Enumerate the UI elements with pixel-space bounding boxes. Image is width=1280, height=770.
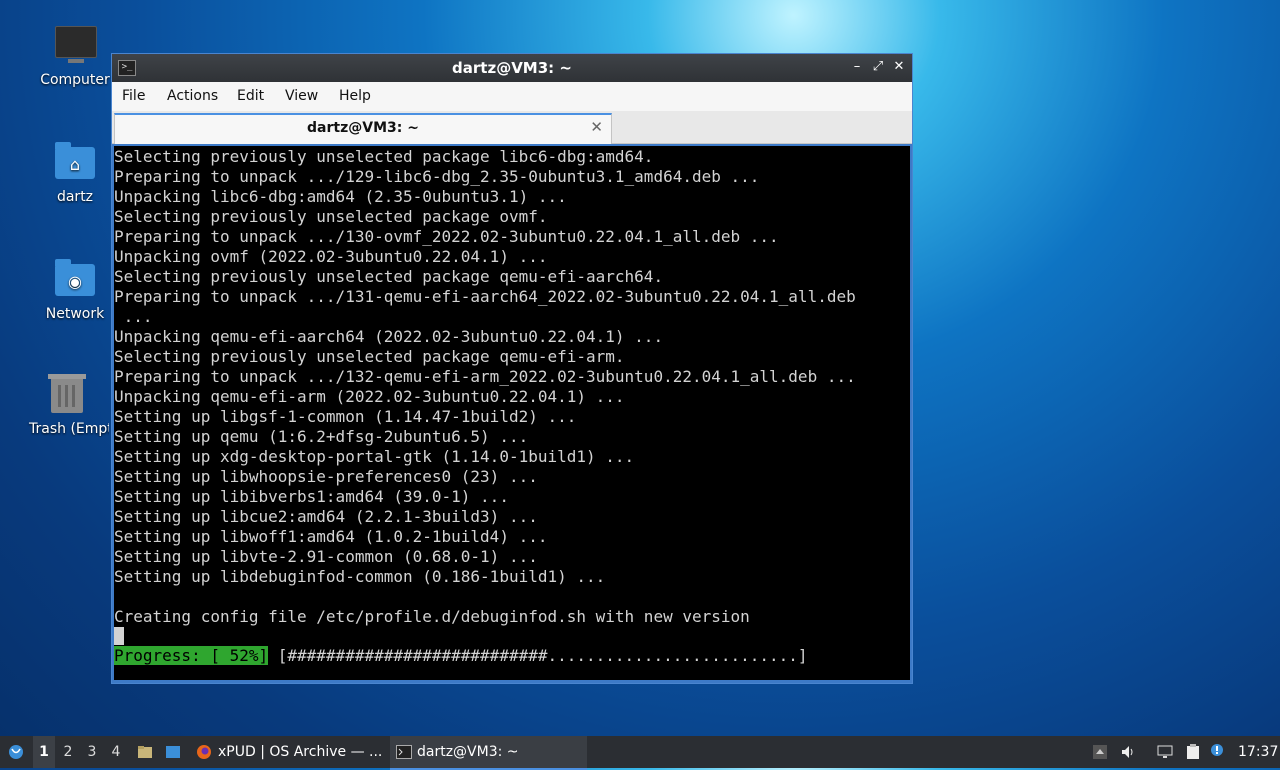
terminal-line: Setting up qemu (1:6.2+dfsg-2ubuntu6.5) … [114, 427, 529, 446]
chevron-up-icon [1093, 745, 1107, 759]
task-label: dartz@VM3: ~ [417, 744, 519, 760]
window-title: dartz@VM3: ~ [452, 59, 572, 77]
terminal-line: Unpacking qemu-efi-arm (2022.02-3ubuntu0… [114, 387, 625, 406]
network-folder-icon: ◉ [53, 258, 97, 302]
terminal-line: Preparing to unpack .../129-libc6-dbg_2.… [114, 167, 760, 186]
close-button[interactable]: ✕ [890, 58, 908, 76]
terminal-line: Preparing to unpack .../132-qemu-efi-arm… [114, 367, 856, 386]
volume-icon [1122, 746, 1133, 758]
show-desktop-button[interactable] [160, 736, 186, 768]
desktop-icon-network[interactable]: ◉ Network [25, 258, 125, 322]
desktop-icon-label: Trash (Empty) [29, 421, 109, 437]
terminal-output[interactable]: Progress: [ 52%] [######################… [114, 146, 910, 680]
task-firefox[interactable]: xPUD | OS Archive — ... [192, 736, 389, 770]
tray-scroll-up[interactable] [1090, 736, 1110, 768]
terminal-line: Setting up xdg-desktop-portal-gtk (1.14.… [114, 447, 635, 466]
maximize-button[interactable]: ⤢ [869, 58, 887, 76]
terminal-line: Setting up libgsf-1-common (1.14.47-1bui… [114, 407, 577, 426]
network-icon [1157, 745, 1173, 758]
menu-actions[interactable]: Actions [167, 88, 218, 104]
workspace-3[interactable]: 3 [81, 736, 103, 768]
network-status[interactable] [1153, 736, 1177, 768]
terminal-line: Selecting previously unselected package … [114, 347, 625, 366]
desktop-icon-label: Computer [40, 72, 110, 88]
firefox-icon [197, 745, 211, 759]
workspace-1[interactable]: 1 [33, 736, 55, 768]
menu-file[interactable]: File [122, 88, 145, 104]
terminal-line: Unpacking libc6-dbg:amd64 (2.35-0ubuntu3… [114, 187, 567, 206]
app-menu-icon [9, 745, 23, 759]
start-menu-button[interactable] [4, 736, 28, 768]
terminal-line: Setting up libvte-2.91-common (0.68.0-1)… [114, 547, 538, 566]
tab-close-icon[interactable]: ✕ [590, 118, 603, 136]
menu-edit[interactable]: Edit [237, 88, 264, 104]
file-manager-launcher[interactable] [134, 736, 156, 768]
clipboard-icon [1187, 744, 1199, 759]
menu-bar: File Actions Edit View Help [112, 82, 912, 111]
terminal-line: Preparing to unpack .../130-ovmf_2022.02… [114, 227, 779, 246]
terminal-icon [396, 745, 412, 759]
notification-icon [1211, 744, 1223, 756]
terminal-line: Unpacking ovmf (2022.02-3ubuntu0.22.04.1… [114, 247, 548, 266]
menu-help[interactable]: Help [339, 88, 371, 104]
minimize-button[interactable]: – [848, 58, 866, 76]
terminal-line: Setting up libwhoopsie-preferences0 (23)… [114, 467, 538, 486]
clock[interactable]: 17:37 [1238, 736, 1278, 768]
desktop-icon-label: dartz [56, 189, 94, 205]
progress-label: Progress: [ 52%] [114, 646, 269, 665]
terminal-line: Setting up libwoff1:amd64 (1.0.2-1build4… [114, 527, 548, 546]
terminal-line: ... [114, 307, 153, 326]
workspace-2[interactable]: 2 [57, 736, 79, 768]
home-folder-icon: ⌂ [53, 141, 97, 185]
workspace-4[interactable]: 4 [105, 736, 127, 768]
taskbar: 1 2 3 4 xPUD | OS Archive — ... dartz@VM… [0, 736, 1280, 770]
window-titlebar[interactable]: >_ dartz@VM3: ~ – ⤢ ✕ [112, 54, 912, 82]
notification-button[interactable] [1207, 736, 1229, 768]
text-cursor [114, 627, 124, 645]
task-label: xPUD | OS Archive — ... [218, 744, 383, 760]
terminal-window: >_ dartz@VM3: ~ – ⤢ ✕ File Actions Edit … [111, 53, 913, 684]
desktop-icon-label: Network [45, 306, 105, 322]
progress-line: Progress: [ 52%] [######################… [114, 646, 808, 666]
desktop-icon-home[interactable]: ⌂ dartz [25, 141, 125, 205]
terminal-line: Selecting previously unselected package … [114, 147, 654, 166]
file-manager-icon [138, 746, 152, 758]
computer-icon [53, 24, 97, 68]
progress-bar: [###########################............… [268, 646, 808, 665]
terminal-line: Unpacking qemu-efi-aarch64 (2022.02-3ubu… [114, 327, 664, 346]
trash-icon [45, 373, 89, 417]
desktop-icon-trash[interactable]: Trash (Empty) [25, 373, 109, 437]
tab-terminal[interactable]: dartz@VM3: ~ ✕ [114, 113, 612, 144]
volume-button[interactable] [1117, 736, 1139, 768]
terminal-line: Setting up libdebuginfod-common (0.186-1… [114, 567, 606, 586]
desktop-icon-computer[interactable]: Computer [25, 24, 125, 88]
menu-view[interactable]: View [285, 88, 318, 104]
terminal-line: Selecting previously unselected package … [114, 267, 664, 286]
terminal-line: Creating config file /etc/profile.d/debu… [114, 607, 750, 626]
terminal-line: Setting up libibverbs1:amd64 (39.0-1) ..… [114, 487, 509, 506]
tab-bar: dartz@VM3: ~ ✕ [112, 111, 912, 144]
tab-label: dartz@VM3: ~ [307, 120, 419, 136]
terminal-line: Setting up libcue2:amd64 (2.2.1-3build3)… [114, 507, 538, 526]
task-terminal[interactable]: dartz@VM3: ~ [390, 736, 587, 770]
terminal-line: Selecting previously unselected package … [114, 207, 548, 226]
terminal-line: Preparing to unpack .../131-qemu-efi-aar… [114, 287, 856, 306]
desktop-icon [166, 746, 180, 758]
clipboard-button[interactable] [1181, 736, 1205, 768]
